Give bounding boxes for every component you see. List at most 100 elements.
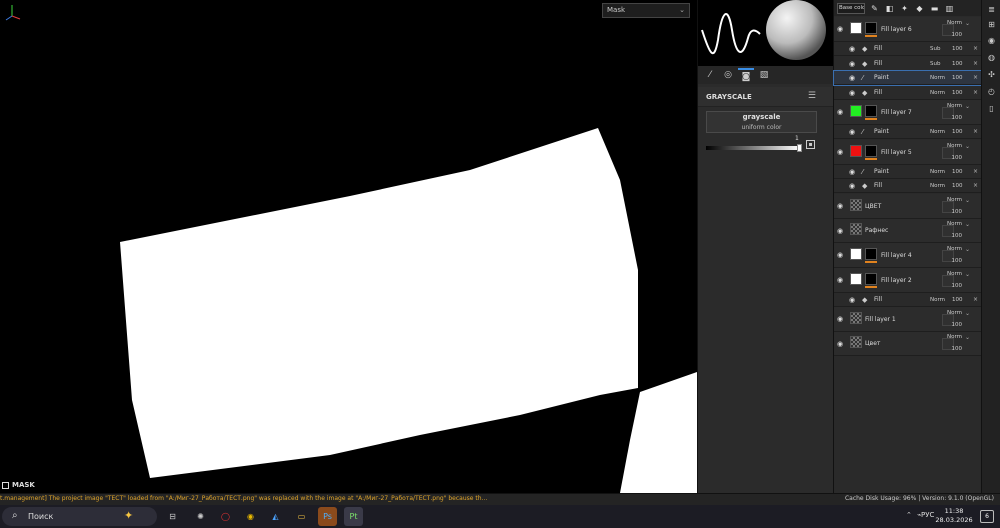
- layer-opacity[interactable]: 100: [952, 322, 963, 328]
- eye-icon[interactable]: ◉: [849, 182, 855, 190]
- eye-icon[interactable]: ◉: [837, 108, 845, 116]
- effect-opacity[interactable]: 100: [952, 128, 963, 136]
- layer-blend[interactable]: Norm: [947, 197, 962, 203]
- eye-icon[interactable]: ◉: [837, 251, 845, 259]
- effect-blend[interactable]: Norm: [930, 89, 945, 97]
- effect-blend[interactable]: Norm: [930, 168, 945, 176]
- layer-blend[interactable]: Norm: [947, 221, 962, 227]
- taskbar-search[interactable]: ⌕ Поиск ✦: [2, 507, 157, 526]
- bucket-icon[interactable]: ◆: [914, 3, 925, 14]
- chevron-down-icon[interactable]: ⌄: [965, 103, 970, 110]
- effect-blend[interactable]: Sub: [930, 45, 940, 53]
- effect-blend[interactable]: Norm: [930, 296, 945, 304]
- effect-row[interactable]: ◉ ◆ Fill Norm 100 ×: [834, 179, 982, 193]
- eye-icon[interactable]: ◉: [849, 296, 855, 304]
- chevron-down-icon[interactable]: ⌄: [965, 221, 970, 228]
- layer-blend[interactable]: Norm: [947, 103, 962, 109]
- layer-opacity[interactable]: 100: [952, 115, 963, 121]
- tab-brush-icon[interactable]: ⁄: [702, 68, 718, 82]
- grayscale-resource-button[interactable]: grayscale uniform color: [706, 111, 817, 133]
- effect-opacity[interactable]: 100: [952, 296, 963, 304]
- effect-opacity[interactable]: 100: [952, 168, 963, 176]
- effect-opacity[interactable]: 100: [952, 89, 963, 97]
- viewport-canvas[interactable]: [0, 0, 697, 493]
- tray-chevron-icon[interactable]: ⌃: [906, 511, 912, 519]
- document-icon[interactable]: ▯: [986, 103, 997, 114]
- slider-handle[interactable]: [797, 144, 802, 152]
- effect-row[interactable]: ◉ ⁄ Paint Norm 100 ×: [833, 70, 983, 86]
- eye-icon[interactable]: ◉: [849, 74, 855, 82]
- editor-icon[interactable]: ◭: [266, 507, 285, 526]
- chrome-icon[interactable]: ◉: [241, 507, 260, 526]
- eye-icon[interactable]: ◉: [849, 168, 855, 176]
- effect-opacity[interactable]: 100: [952, 60, 963, 68]
- painter-icon[interactable]: Pt: [344, 507, 363, 526]
- mask-dropdown[interactable]: Mask ⌄: [602, 3, 690, 18]
- layer-row[interactable]: ◉ Fill layer 1 Norm 100 ⌄: [834, 307, 982, 332]
- layer-blend[interactable]: Norm: [947, 271, 962, 277]
- effect-opacity[interactable]: 100: [952, 182, 963, 190]
- eye-icon[interactable]: ◉: [849, 89, 855, 97]
- close-icon[interactable]: ×: [973, 89, 978, 96]
- stack-icon[interactable]: ⊞: [986, 19, 997, 30]
- layer-opacity[interactable]: 100: [952, 346, 963, 352]
- layer-opacity[interactable]: 100: [952, 258, 963, 264]
- chevron-down-icon[interactable]: ⌄: [965, 334, 970, 341]
- effects-icon[interactable]: ✦: [899, 3, 910, 14]
- layer-row[interactable]: ◉ Fill layer 5 Norm 100 ⌄: [834, 140, 982, 165]
- chevron-down-icon[interactable]: ⌄: [965, 271, 970, 278]
- close-icon[interactable]: ×: [973, 60, 978, 67]
- opera-icon[interactable]: ◯: [216, 507, 235, 526]
- tab-grayscale-icon[interactable]: ▧: [756, 68, 772, 82]
- eye-icon[interactable]: ◉: [849, 60, 855, 68]
- grayscale-slider[interactable]: [706, 146, 800, 150]
- eye-icon[interactable]: ◉: [849, 45, 855, 53]
- layer-opacity[interactable]: 100: [952, 32, 963, 38]
- eye-icon[interactable]: ◉: [837, 25, 845, 33]
- effect-blend[interactable]: Norm: [930, 182, 945, 190]
- chevron-down-icon[interactable]: ⌄: [965, 20, 970, 27]
- channel-select[interactable]: Base colo: [837, 2, 865, 14]
- globe-icon[interactable]: ◍: [986, 52, 997, 63]
- layer-blend[interactable]: Norm: [947, 310, 962, 316]
- layer-opacity[interactable]: 100: [952, 209, 963, 215]
- tab-material-icon[interactable]: ◎: [720, 68, 736, 82]
- effect-opacity[interactable]: 100: [952, 74, 963, 82]
- effect-row[interactable]: ◉ ◆ Fill Norm 100 ×: [834, 86, 982, 100]
- chevron-down-icon[interactable]: ⌄: [965, 310, 970, 317]
- layer-blend[interactable]: Norm: [947, 246, 962, 252]
- eye-icon[interactable]: ◉: [837, 202, 845, 210]
- effect-blend[interactable]: Sub: [930, 60, 940, 68]
- close-icon[interactable]: ×: [973, 128, 978, 135]
- chevron-down-icon[interactable]: ⌄: [965, 246, 970, 253]
- widgets-icon[interactable]: ✺: [191, 507, 210, 526]
- close-icon[interactable]: ×: [973, 296, 978, 303]
- settings-icon[interactable]: ✣: [986, 69, 997, 80]
- lang-indicator[interactable]: РУС: [921, 511, 934, 519]
- eye-icon[interactable]: ◉: [837, 148, 845, 156]
- history-icon[interactable]: ◴: [986, 86, 997, 97]
- layer-row[interactable]: ◉ Fill layer 2 Norm 100 ⌄: [834, 268, 982, 293]
- axis-gizmo-icon[interactable]: [0, 0, 24, 24]
- effect-row[interactable]: ◉ ◆ Fill Sub 100 ×: [834, 42, 982, 56]
- camera-icon[interactable]: ◉: [986, 35, 997, 46]
- close-icon[interactable]: ×: [973, 182, 978, 189]
- eye-icon[interactable]: ◉: [849, 128, 855, 136]
- add-fill-icon[interactable]: ◧: [884, 3, 895, 14]
- layer-blend[interactable]: Norm: [947, 143, 962, 149]
- layers-icon[interactable]: ≣: [986, 4, 997, 15]
- effect-row[interactable]: ◉ ◆ Fill Norm 100 ×: [834, 293, 982, 307]
- task-view-icon[interactable]: ⊟: [163, 507, 182, 526]
- layer-row[interactable]: ◉ Fill layer 4 Norm 100 ⌄: [834, 243, 982, 268]
- photoshop-icon[interactable]: Ps: [318, 507, 337, 526]
- chevron-down-icon[interactable]: ⌄: [965, 143, 970, 150]
- effect-blend[interactable]: Norm: [930, 128, 945, 136]
- delete-icon[interactable]: ▥: [944, 3, 955, 14]
- layer-opacity[interactable]: 100: [952, 283, 963, 289]
- close-icon[interactable]: ×: [973, 45, 978, 52]
- layer-opacity[interactable]: 100: [952, 155, 963, 161]
- explorer-icon[interactable]: ▭: [292, 507, 311, 526]
- layer-blend[interactable]: Norm: [947, 20, 962, 26]
- eye-icon[interactable]: ◉: [837, 340, 845, 348]
- viewport[interactable]: Mask ⌄ MASK: [0, 0, 697, 493]
